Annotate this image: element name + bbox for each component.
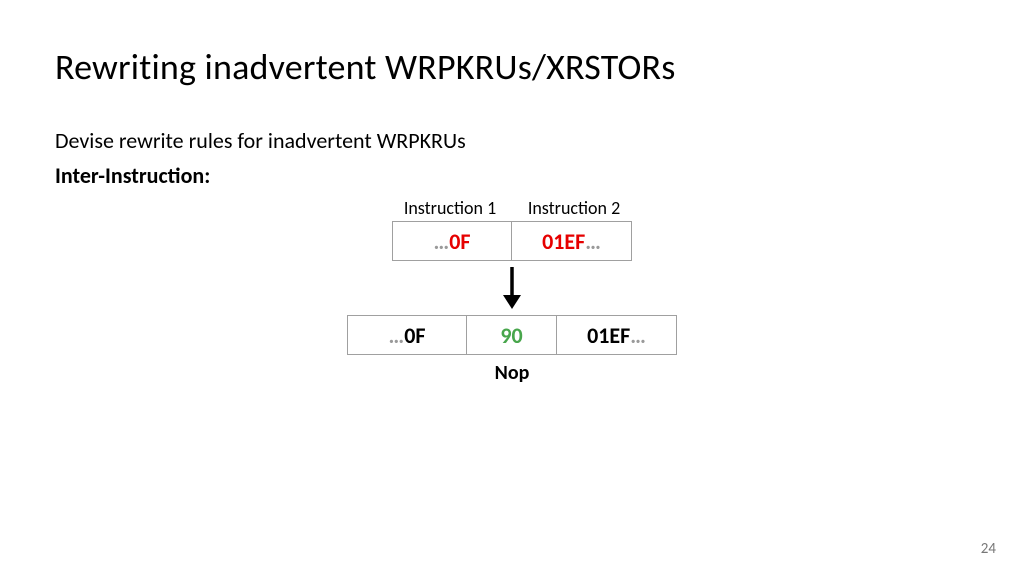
header-instruction-1: Instruction 1 (390, 197, 510, 219)
cell-value: 90 (500, 322, 522, 349)
cell-value: 01EF (542, 228, 585, 255)
cell-suffix: … (630, 322, 646, 349)
header-labels: Instruction 1 Instruction 2 (390, 197, 634, 219)
arrow-down-wrap (55, 265, 969, 309)
cell-prefix: … (389, 322, 405, 349)
cell-before-1: …0F (392, 221, 512, 261)
cell-suffix: … (585, 228, 601, 255)
cell-before-2: 01EF… (512, 221, 632, 261)
cell-value: 0F (404, 322, 425, 349)
cell-value: 0F (449, 228, 470, 255)
cell-prefix: … (434, 228, 450, 255)
cell-after-1: …0F (347, 315, 467, 355)
page-number: 24 (981, 540, 996, 558)
slide-title: Rewriting inadvertent WRPKRUs/XRSTORs (55, 45, 969, 89)
cell-value: 01EF (587, 322, 630, 349)
row-before: …0F 01EF… (392, 221, 632, 261)
arrow-down-icon (500, 265, 524, 309)
cell-after-3: 01EF… (557, 315, 677, 355)
cell-after-2-nop: 90 (467, 315, 557, 355)
row-after: …0F 90 01EF… (347, 315, 677, 355)
diagram: Instruction 1 Instruction 2 …0F 01EF… …0… (55, 197, 969, 385)
section-label: Inter-Instruction: (55, 162, 969, 189)
slide-subtitle: Devise rewrite rules for inadvertent WRP… (55, 127, 969, 154)
header-instruction-2: Instruction 2 (514, 197, 634, 219)
nop-label: Nop (55, 361, 969, 385)
